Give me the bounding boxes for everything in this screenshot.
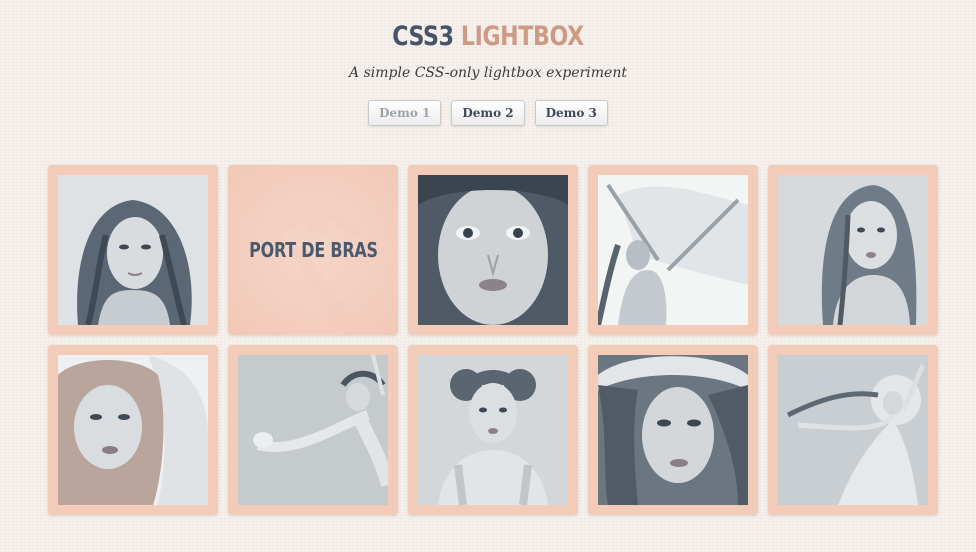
gallery-tile[interactable] [408, 165, 578, 335]
gallery-tile[interactable] [588, 165, 758, 335]
dancer-photo-icon [238, 355, 388, 505]
demo-1-button[interactable]: Demo 1 [368, 100, 442, 126]
gallery-tile[interactable] [48, 165, 218, 335]
gallery-tile[interactable] [768, 165, 938, 335]
page-title: CSS3 LIGHTBOX [88, 20, 888, 54]
dancer-photo-icon [778, 355, 928, 505]
tile-hover-overlay: PORT DE BRAS [228, 165, 398, 335]
gallery-tile[interactable] [768, 345, 938, 515]
portrait-photo-icon [418, 355, 568, 505]
gallery-tile[interactable] [48, 345, 218, 515]
tile-caption: PORT DE BRAS [248, 238, 378, 262]
title-css3: CSS3 [392, 21, 454, 52]
demo-nav: Demo 1 Demo 2 Demo 3 [0, 100, 976, 126]
gallery-tile[interactable] [588, 345, 758, 515]
page-subtitle: A simple CSS-only lightbox experiment [349, 65, 627, 81]
gallery-tile-hovered[interactable]: PORT DE BRAS [228, 165, 398, 335]
portrait-photo-icon [778, 175, 928, 325]
portrait-photo-icon [598, 355, 748, 505]
dancer-photo-icon [598, 175, 748, 325]
demo-2-button[interactable]: Demo 2 [451, 100, 525, 126]
portrait-photo-icon [418, 175, 568, 325]
demo-3-button[interactable]: Demo 3 [534, 100, 608, 126]
portrait-photo-icon [58, 355, 208, 505]
title-lightbox: LIGHTBOX [460, 21, 584, 52]
portrait-photo-icon [58, 175, 208, 325]
gallery-tile[interactable] [228, 345, 398, 515]
gallery-grid: PORT DE BRAS [48, 165, 938, 515]
gallery-tile[interactable] [408, 345, 578, 515]
